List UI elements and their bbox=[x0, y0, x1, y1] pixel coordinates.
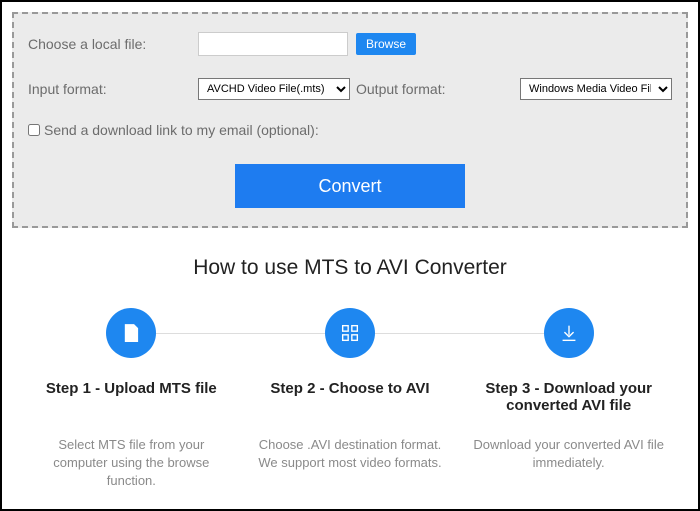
file-icon bbox=[106, 308, 156, 358]
howto-section: How to use MTS to AVI Converter Step 1 -… bbox=[2, 256, 698, 491]
email-checkbox[interactable] bbox=[28, 124, 40, 136]
choose-file-label: Choose a local file: bbox=[28, 36, 198, 52]
file-input[interactable] bbox=[198, 32, 348, 56]
step-1-title: Step 1 - Upload MTS file bbox=[30, 380, 233, 418]
convert-wrap: Convert bbox=[28, 164, 672, 208]
file-row: Choose a local file: Browse bbox=[28, 32, 672, 56]
steps-row: Step 1 - Upload MTS file Select MTS file… bbox=[2, 308, 698, 491]
email-label: Send a download link to my email (option… bbox=[44, 122, 319, 138]
step-3-desc: Download your converted AVI file immedia… bbox=[467, 436, 670, 472]
grid-icon bbox=[325, 308, 375, 358]
step-1-desc: Select MTS file from your computer using… bbox=[30, 436, 233, 491]
browse-button[interactable]: Browse bbox=[356, 33, 416, 55]
input-format-label: Input format: bbox=[28, 81, 198, 97]
convert-button[interactable]: Convert bbox=[235, 164, 465, 208]
email-option-row: Send a download link to my email (option… bbox=[28, 122, 672, 138]
step-3: Step 3 - Download your converted AVI fil… bbox=[459, 308, 678, 491]
output-format-label: Output format: bbox=[356, 81, 445, 97]
step-3-title: Step 3 - Download your converted AVI fil… bbox=[467, 380, 670, 418]
converter-form-panel: Choose a local file: Browse Input format… bbox=[12, 12, 688, 228]
format-row: Input format: AVCHD Video File(.mts) Out… bbox=[28, 78, 672, 100]
download-icon bbox=[544, 308, 594, 358]
step-2-desc: Choose .AVI destination format. We suppo… bbox=[249, 436, 452, 472]
step-1: Step 1 - Upload MTS file Select MTS file… bbox=[22, 308, 241, 491]
step-2: Step 2 - Choose to AVI Choose .AVI desti… bbox=[241, 308, 460, 491]
howto-title: How to use MTS to AVI Converter bbox=[2, 256, 698, 280]
input-format-select[interactable]: AVCHD Video File(.mts) bbox=[198, 78, 350, 100]
output-format-select[interactable]: Windows Media Video File(. bbox=[520, 78, 672, 100]
step-2-title: Step 2 - Choose to AVI bbox=[249, 380, 452, 418]
